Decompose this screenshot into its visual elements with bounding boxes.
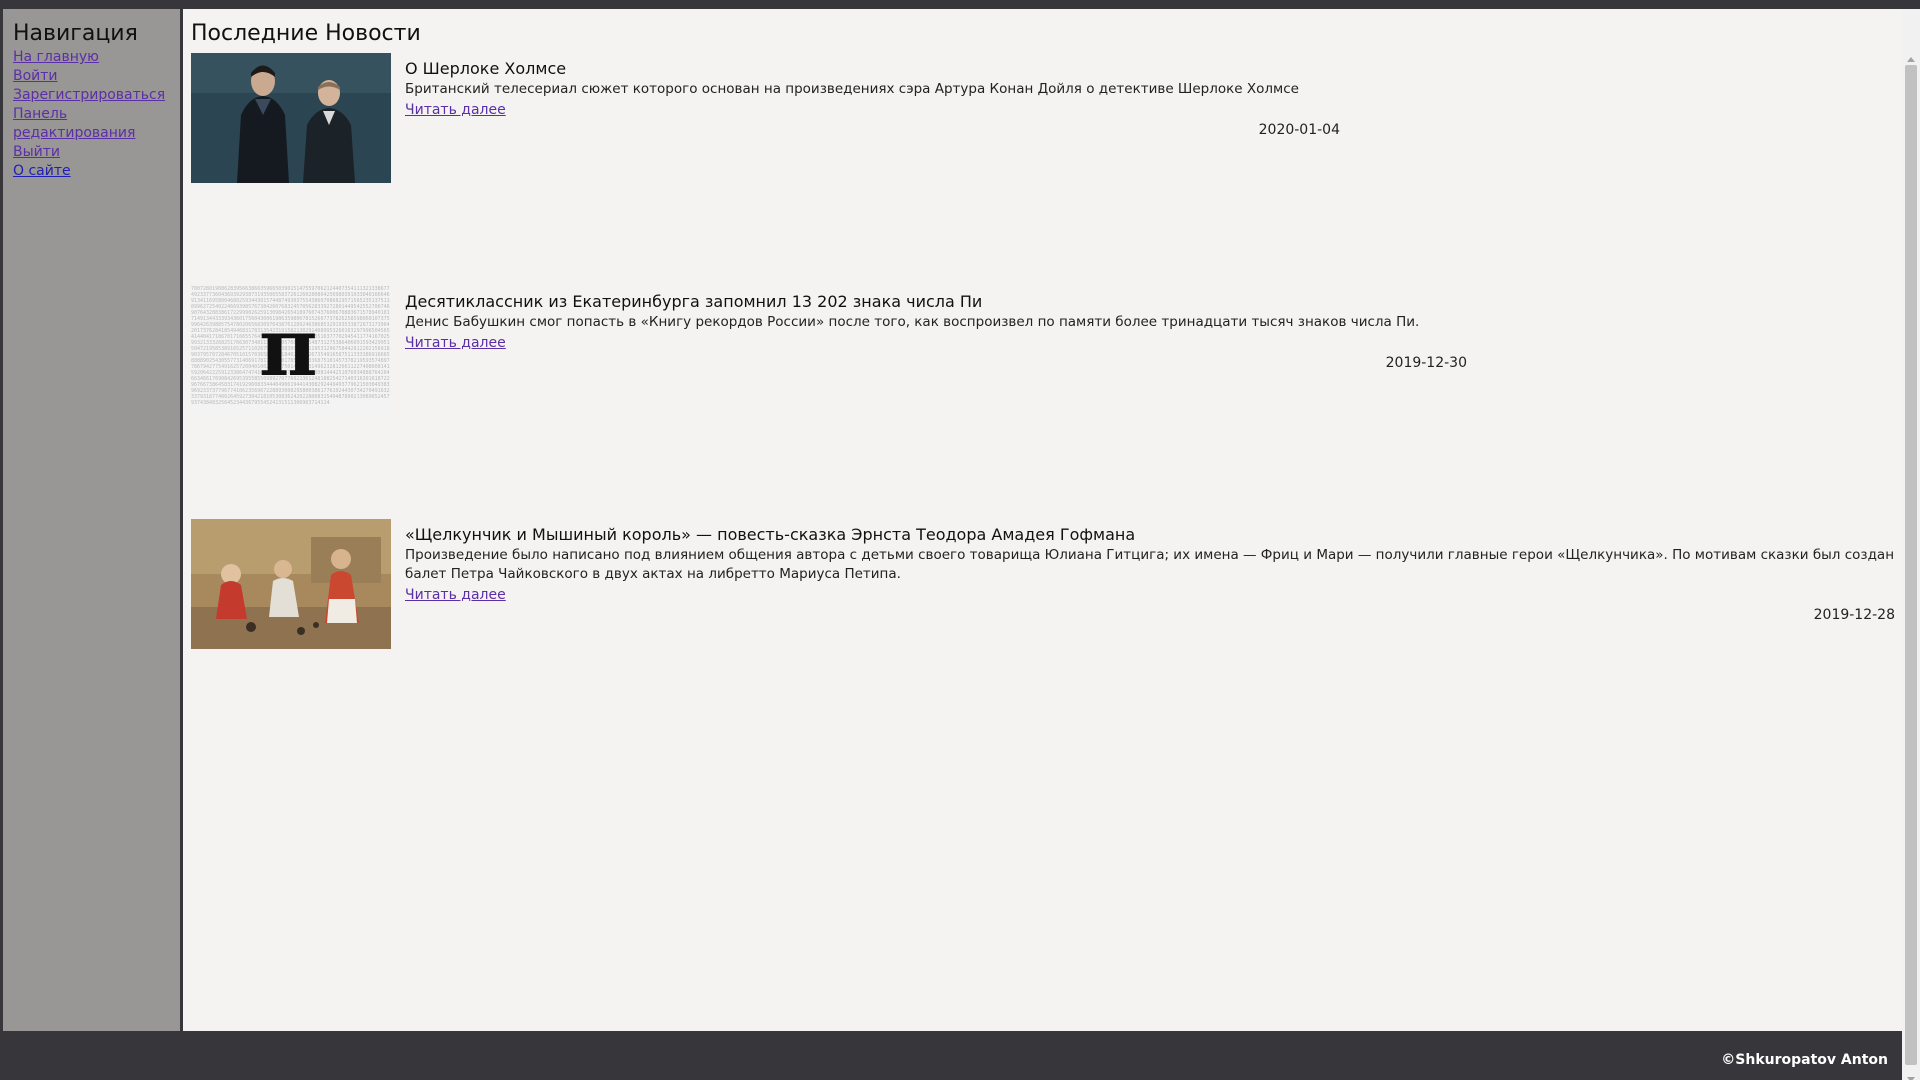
- footer: ©Shkuropatov Anton: [0, 1031, 1902, 1080]
- news-body: «Щелкунчик и Мышиный король» — повесть-с…: [405, 525, 1895, 625]
- news-title: «Щелкунчик и Мышиный король» — повесть-с…: [405, 525, 1136, 544]
- main-content: Последние Новости О Шерлоке Холмсе Брита…: [183, 9, 1902, 1031]
- news-body: Десятиклассник из Екатеринбурга запомнил…: [405, 292, 1467, 373]
- nav-link-logout[interactable]: Выйти: [13, 143, 180, 162]
- scroll-thumb[interactable]: [1905, 65, 1917, 1065]
- read-more-link[interactable]: Читать далее: [405, 101, 506, 120]
- news-date: 2019-12-30: [1385, 355, 1467, 371]
- news-text: Британский телесериал сюжет которого осн…: [405, 81, 1299, 97]
- news-item: «Щелкунчик и Мышиный король» — повесть-с…: [191, 519, 1895, 752]
- pi-image[interactable]: 7807280190862839566386635966503901514755…: [191, 286, 391, 416]
- sidebar: Навигация На главную Войти Зарегистриров…: [3, 9, 180, 1031]
- top-bar: [0, 0, 1920, 9]
- sherlock-image[interactable]: [191, 53, 391, 183]
- sidebar-title: Навигация: [13, 21, 138, 46]
- news-title: Десятиклассник из Екатеринбурга запомнил…: [405, 292, 983, 311]
- vertical-scrollbar[interactable]: [1902, 9, 1920, 1080]
- pi-symbol-icon: π: [259, 300, 318, 394]
- news-date: 2020-01-04: [1258, 122, 1340, 138]
- read-more-link[interactable]: Читать далее: [405, 586, 506, 605]
- news-date: 2019-12-28: [1813, 607, 1895, 623]
- news-body: О Шерлоке Холмсе Британский телесериал с…: [405, 59, 1340, 140]
- read-more-link[interactable]: Читать далее: [405, 334, 506, 353]
- news-item: 7807280190862839566386635966503901514755…: [191, 286, 1894, 519]
- nav-link-home[interactable]: На главную: [13, 48, 180, 67]
- nav-link-login[interactable]: Войти: [13, 67, 180, 86]
- nav-link-register[interactable]: Зарегистрироваться: [13, 86, 180, 105]
- nav-link-edit-panel[interactable]: Панель редактирования: [13, 105, 143, 143]
- nav-link-about[interactable]: О сайте: [13, 162, 180, 181]
- scroll-up-arrow-icon[interactable]: [1907, 57, 1915, 62]
- news-title: О Шерлоке Холмсе: [405, 59, 567, 78]
- nutcracker-image[interactable]: [191, 519, 391, 649]
- page-title: Последние Новости: [191, 21, 421, 46]
- copyright: ©Shkuropatov Anton: [1721, 1052, 1888, 1068]
- news-text: Произведение было написано под влиянием …: [405, 547, 1895, 582]
- news-item: О Шерлоке Холмсе Британский телесериал с…: [191, 53, 1894, 286]
- news-text: Денис Бабушкин смог попасть в «Книгу рек…: [405, 314, 1420, 330]
